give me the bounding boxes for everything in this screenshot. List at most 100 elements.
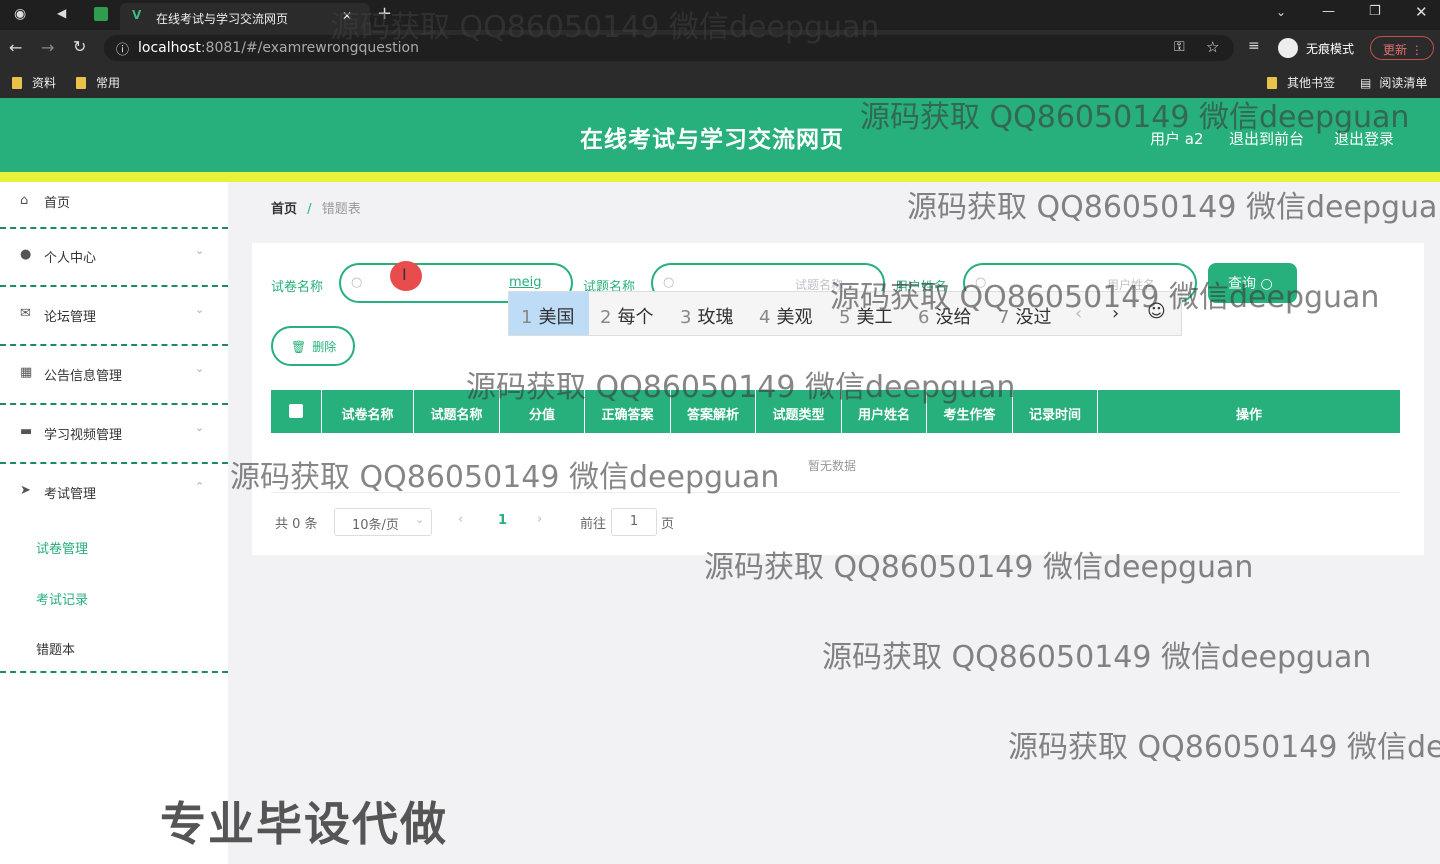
watermark-text: 源码获取 QQ86050149 微信deepguan — [230, 460, 780, 495]
chevron-down-icon: ⌄ — [195, 421, 205, 434]
update-button[interactable]: 更新 ⋮ — [1370, 36, 1434, 60]
watermark-text: 源码获取 QQ86050149 微信deepguan — [330, 10, 880, 45]
paper-name-value: meig — [509, 275, 542, 290]
breadcrumb: 首页 / 错题表 — [271, 198, 361, 217]
chevron-down-icon: ⌄ — [195, 362, 205, 375]
trash-icon: 🗑 — [291, 340, 307, 354]
sidebar-item-video[interactable]: ▬ 学习视频管理 ⌄ — [0, 405, 228, 464]
click-indicator: I — [390, 261, 422, 291]
next-page-icon[interactable]: › — [537, 512, 542, 527]
current-page[interactable]: 1 — [498, 513, 507, 528]
delete-button[interactable]: 🗑 删除 — [271, 326, 355, 366]
reading-list-label: 阅读清单 — [1379, 76, 1428, 90]
sidebar-subitem-wrongbook[interactable]: 错题本 — [36, 639, 75, 658]
info-icon[interactable]: ⓘ — [116, 39, 129, 58]
sidebar-item-label: 考试管理 — [44, 487, 97, 502]
site-title: 在线考试与学习交流网页 — [580, 127, 844, 153]
reading-list-icon: ▤ — [1360, 76, 1372, 90]
candidate-number: 4 — [759, 307, 771, 328]
mute-icon[interactable]: ◀ — [57, 6, 66, 20]
sidebar-subitem-records[interactable]: 考试记录 — [36, 589, 88, 608]
incognito-label[interactable]: 无痕模式 — [1306, 40, 1354, 57]
candidate-number: 3 — [680, 307, 692, 328]
search-icon: ○ — [663, 275, 675, 290]
breadcrumb-home[interactable]: 首页 — [271, 202, 297, 217]
watermark-text: 源码获取 QQ86050149 微信deepguan — [830, 280, 1380, 315]
reading-list[interactable]: ▤ 阅读清单 — [1360, 74, 1427, 91]
select-all-cell — [271, 390, 322, 433]
incognito-icon — [1278, 38, 1298, 58]
candidate-word: 玫瑰 — [697, 307, 734, 328]
page-size-select[interactable]: 10条/页 ⌄ — [334, 508, 432, 536]
column-header: 试卷名称 — [322, 390, 414, 433]
pagination: 共 0 条 10条/页 ⌄ ‹ 1 › 前往 1 页 — [271, 508, 771, 536]
bookmark-folder-2[interactable]: 常用 — [76, 74, 120, 91]
ime-candidate[interactable]: 3 玫瑰 — [680, 303, 733, 329]
total-count: 共 0 条 — [275, 517, 318, 532]
sidebar-item-label: 学习视频管理 — [44, 428, 123, 443]
sidebar-item-forum[interactable]: ✉ 论坛管理 ⌄ — [0, 287, 228, 346]
tab-search-icon[interactable]: ⌄ — [1276, 5, 1286, 19]
chevron-down-icon: ⌄ — [195, 303, 205, 316]
sidebar-item-home[interactable]: ⌂ 首页 — [0, 182, 228, 228]
page-unit-label: 页 — [661, 517, 675, 532]
vue-icon: V — [132, 8, 142, 22]
watermark-text: 源码获取 QQ86050149 微信deepguan — [704, 550, 1254, 585]
home-icon: ⌂ — [20, 193, 29, 208]
bookmark-label: 常用 — [96, 76, 121, 90]
empty-text: 暂无数据 — [808, 459, 857, 473]
divider — [0, 671, 228, 673]
breadcrumb-current: 错题表 — [321, 202, 361, 217]
goto-input[interactable]: 1 — [611, 508, 657, 536]
breadcrumb-separator: / — [307, 202, 312, 217]
reload-icon[interactable]: ↻ — [73, 37, 86, 56]
browser-logo-icon[interactable]: ◉ — [14, 6, 26, 22]
sidebar-item-personal[interactable]: ● 个人中心 ⌄ — [0, 228, 228, 287]
star-icon[interactable]: ☆ — [1206, 38, 1219, 56]
folder-icon — [12, 77, 22, 89]
url-host: localhost — [138, 40, 201, 56]
promo-caption: 专业毕设代做 — [160, 797, 448, 851]
watermark-text: 源码获取 QQ86050149 微信deepguan — [907, 190, 1440, 225]
ime-candidate[interactable]: 2 每个 — [600, 303, 653, 329]
key-icon[interactable]: ⚿ — [1174, 39, 1185, 55]
media-icon[interactable]: ≡ — [1248, 38, 1260, 54]
sidebar-item-exam[interactable]: ➤ 考试管理 ⌃ — [0, 464, 228, 507]
candidate-word: 美国 — [538, 307, 575, 328]
folder-icon — [1267, 77, 1277, 89]
watermark-text: 源码获取 QQ86050149 微信deepguan — [466, 370, 1016, 405]
ime-candidate[interactable]: 4 美观 — [759, 303, 812, 329]
candidate-word: 美观 — [776, 307, 813, 328]
watermark-text: 源码获取 QQ86050149 微信dee — [1008, 730, 1440, 765]
paper-name-label: 试卷名称 — [271, 280, 324, 295]
candidate-number: 2 — [600, 307, 612, 328]
mail-icon: ✉ — [20, 306, 31, 321]
candidate-word: 每个 — [617, 307, 654, 328]
sidebar-subitem-papers[interactable]: 试卷管理 — [36, 538, 88, 557]
column-header: 记录时间 — [1013, 390, 1098, 433]
update-label: 更新 — [1383, 43, 1408, 57]
minimize-icon[interactable]: — — [1322, 4, 1335, 19]
briefcase-icon: ▬ — [20, 424, 33, 439]
column-header: 操作 — [1235, 408, 1262, 423]
delete-button-label: 删除 — [312, 340, 337, 354]
watermark-text: 源码获取 QQ86050149 微信deepguan — [822, 640, 1372, 675]
text-cursor-icon: I — [402, 265, 407, 284]
bookmark-folder-1[interactable]: 资料 — [12, 74, 56, 91]
restore-icon[interactable]: ❐ — [1369, 4, 1381, 19]
ime-candidate[interactable]: 1 美国 — [521, 303, 574, 329]
sidebar-item-notice[interactable]: ▦ 公告信息管理 ⌄ — [0, 346, 228, 405]
window-close-icon[interactable]: ✕ — [1415, 3, 1428, 21]
back-icon[interactable]: ← — [9, 38, 22, 57]
sheet-icon[interactable] — [94, 7, 108, 21]
prev-page-icon[interactable]: ‹ — [458, 512, 463, 527]
chevron-up-icon: ⌃ — [195, 480, 205, 493]
chevron-down-icon: ⌄ — [195, 244, 205, 257]
header-accent-bar — [0, 172, 1440, 182]
user-icon: ● — [20, 247, 32, 262]
sidebar-item-label: 论坛管理 — [44, 310, 97, 325]
grid-icon: ▦ — [20, 365, 33, 380]
other-bookmarks[interactable]: 其他书签 — [1267, 74, 1335, 91]
select-all-checkbox[interactable] — [289, 404, 303, 418]
forward-icon[interactable]: → — [41, 38, 54, 57]
